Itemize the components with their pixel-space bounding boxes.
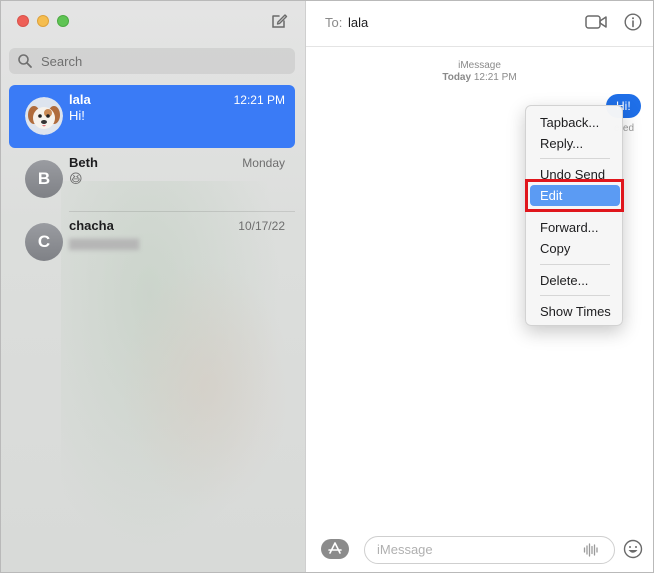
to-label: To:	[325, 15, 343, 30]
app-store-icon[interactable]	[321, 539, 349, 559]
info-icon[interactable]	[624, 13, 642, 31]
search-icon	[17, 53, 33, 69]
menu-item-tapback[interactable]: Tapback...	[530, 112, 620, 133]
conversation-preview: Hi!	[69, 108, 85, 123]
menu-item-show-times[interactable]: Show Times	[530, 301, 620, 322]
conversation-time: Monday	[242, 156, 285, 170]
thread-timestamp: iMessage Today 12:21 PM	[306, 60, 653, 84]
close-window-button[interactable]	[17, 15, 29, 27]
minimize-window-button[interactable]	[37, 15, 49, 27]
dog-avatar-icon	[25, 97, 63, 135]
menu-item-forward[interactable]: Forward...	[530, 217, 620, 238]
conversation-preview-redacted: ▆▆▆▆▆▆▆	[69, 235, 139, 250]
window-controls	[17, 15, 69, 27]
timestamp-time: 12:21 PM	[473, 72, 517, 83]
conversation-name: Beth	[69, 155, 98, 170]
messages-window: lala 12:21 PM Hi! B Beth Monday 😆 C chac…	[0, 0, 654, 573]
edit-highlight-annotation	[525, 179, 624, 212]
menu-separator	[540, 295, 610, 296]
message-compose-field[interactable]	[364, 536, 615, 564]
conversation-header: To: lala	[306, 1, 653, 47]
menu-separator	[540, 158, 610, 159]
avatar: C	[25, 223, 63, 261]
audio-message-icon[interactable]	[583, 542, 599, 558]
recipient-name[interactable]: lala	[348, 15, 368, 30]
conversation-name: lala	[69, 92, 91, 107]
zoom-window-button[interactable]	[57, 15, 69, 27]
search-field[interactable]	[9, 48, 295, 74]
avatar: B	[25, 160, 63, 198]
search-input[interactable]	[41, 53, 281, 69]
conversation-item-beth[interactable]: B Beth Monday 😆	[9, 148, 295, 211]
message-context-menu: Tapback... Reply... Undo Send Edit Forwa…	[525, 105, 623, 326]
emoji-icon[interactable]	[623, 539, 643, 559]
video-call-icon[interactable]	[585, 13, 607, 31]
menu-item-reply[interactable]: Reply...	[530, 133, 620, 154]
conversation-time: 12:21 PM	[233, 93, 285, 107]
menu-item-delete[interactable]: Delete...	[530, 270, 620, 291]
service-label: iMessage	[458, 60, 501, 71]
conversation-preview: 😆	[69, 171, 83, 186]
timestamp-day: Today	[442, 72, 472, 83]
compose-icon[interactable]	[269, 11, 289, 31]
conversation-name: chacha	[69, 218, 114, 233]
message-input[interactable]	[377, 542, 577, 557]
sidebar: lala 12:21 PM Hi! B Beth Monday 😆 C chac…	[1, 1, 306, 572]
background-blur	[121, 261, 291, 511]
conversation-item-chacha[interactable]: C chacha 10/17/22 ▆▆▆▆▆▆▆	[9, 211, 295, 274]
conversation-time: 10/17/22	[238, 219, 285, 233]
conversation-item-lala[interactable]: lala 12:21 PM Hi!	[9, 85, 295, 148]
menu-item-copy[interactable]: Copy	[530, 238, 620, 259]
menu-separator	[540, 264, 610, 265]
